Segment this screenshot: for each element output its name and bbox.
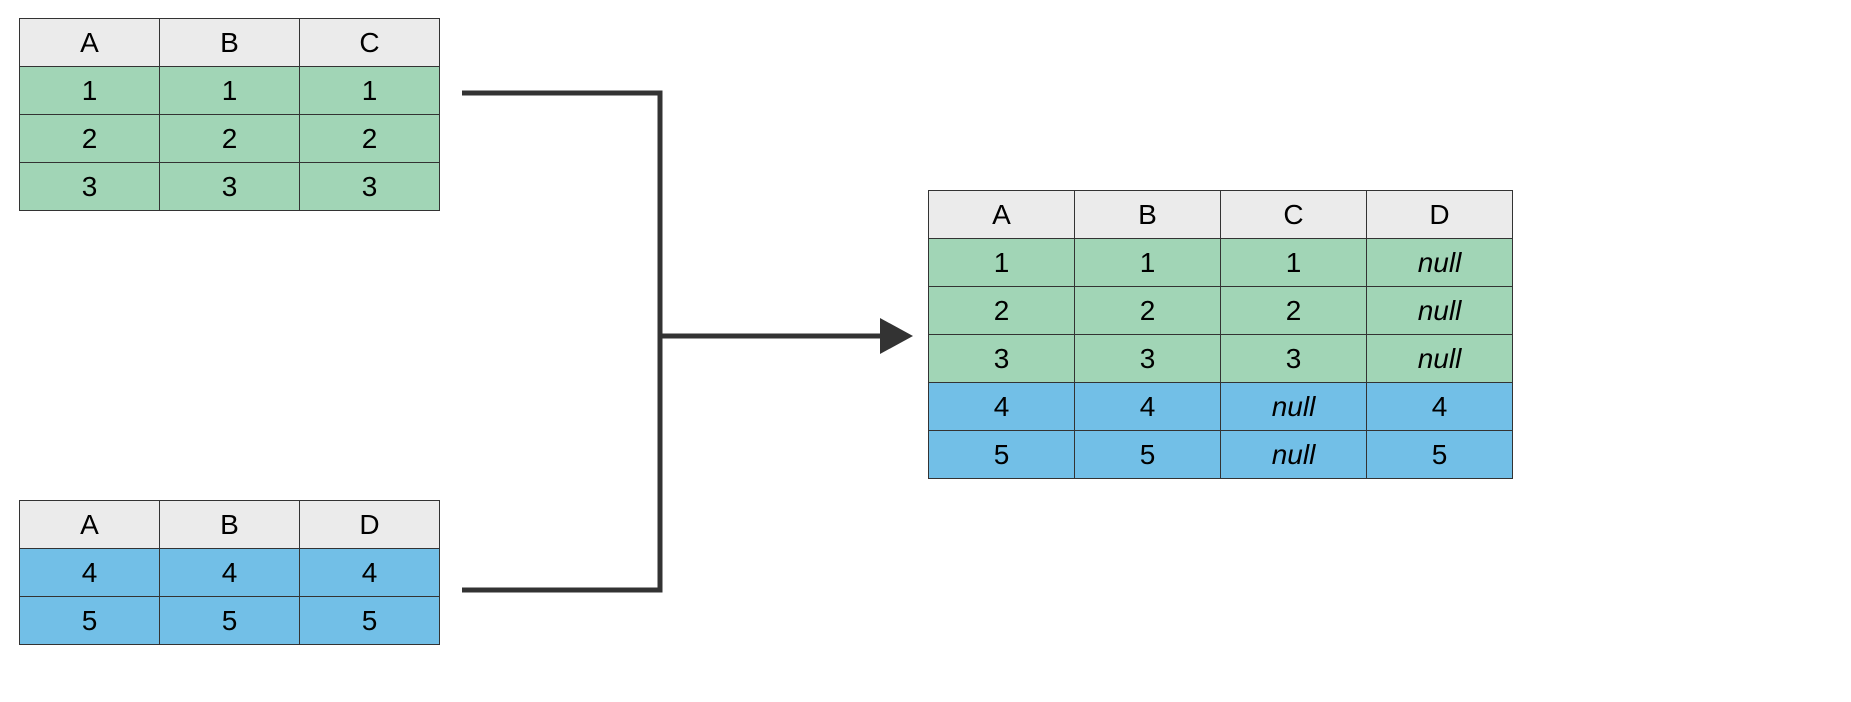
cell-null: null — [1367, 239, 1513, 287]
cell-null: null — [1367, 335, 1513, 383]
table-row: 4 4 null 4 — [929, 383, 1513, 431]
cell: 4 — [1367, 383, 1513, 431]
cell: 2 — [1221, 287, 1367, 335]
col-header: B — [160, 19, 300, 67]
table-header-row: A B C — [20, 19, 440, 67]
merge-arrow-icon — [460, 90, 915, 600]
cell: 5 — [300, 597, 440, 645]
cell: 4 — [300, 549, 440, 597]
col-header: A — [20, 501, 160, 549]
input-table-2: A B D 4 4 4 5 5 5 — [19, 500, 440, 645]
cell: 5 — [1367, 431, 1513, 479]
cell: 1 — [1075, 239, 1221, 287]
cell: 3 — [160, 163, 300, 211]
cell: 1 — [1221, 239, 1367, 287]
cell: 1 — [20, 67, 160, 115]
table-row: 4 4 4 — [20, 549, 440, 597]
cell: 2 — [929, 287, 1075, 335]
col-header: C — [1221, 191, 1367, 239]
table-row: 1 1 1 — [20, 67, 440, 115]
table-row: 2 2 2 null — [929, 287, 1513, 335]
cell: 5 — [160, 597, 300, 645]
table-row: 1 1 1 null — [929, 239, 1513, 287]
cell: 3 — [20, 163, 160, 211]
cell: 1 — [300, 67, 440, 115]
cell: 3 — [1075, 335, 1221, 383]
cell: 2 — [300, 115, 440, 163]
table-row: 5 5 null 5 — [929, 431, 1513, 479]
cell: 2 — [160, 115, 300, 163]
cell: 2 — [1075, 287, 1221, 335]
cell-null: null — [1221, 383, 1367, 431]
table-row: 2 2 2 — [20, 115, 440, 163]
output-table: A B C D 1 1 1 null 2 2 2 null 3 3 3 null… — [928, 190, 1513, 479]
table-header-row: A B C D — [929, 191, 1513, 239]
cell: 3 — [1221, 335, 1367, 383]
cell: 4 — [160, 549, 300, 597]
table-row: 3 3 3 null — [929, 335, 1513, 383]
cell-null: null — [1221, 431, 1367, 479]
col-header: B — [160, 501, 300, 549]
table-row: 5 5 5 — [20, 597, 440, 645]
cell: 5 — [1075, 431, 1221, 479]
col-header: D — [300, 501, 440, 549]
input-table-1: A B C 1 1 1 2 2 2 3 3 3 — [19, 18, 440, 211]
cell: 2 — [20, 115, 160, 163]
cell-null: null — [1367, 287, 1513, 335]
cell: 3 — [929, 335, 1075, 383]
col-header: C — [300, 19, 440, 67]
col-header: A — [20, 19, 160, 67]
cell: 4 — [929, 383, 1075, 431]
cell: 4 — [1075, 383, 1221, 431]
table-row: 3 3 3 — [20, 163, 440, 211]
cell: 5 — [929, 431, 1075, 479]
col-header: A — [929, 191, 1075, 239]
cell: 1 — [160, 67, 300, 115]
cell: 5 — [20, 597, 160, 645]
cell: 4 — [20, 549, 160, 597]
col-header: B — [1075, 191, 1221, 239]
cell: 1 — [929, 239, 1075, 287]
cell: 3 — [300, 163, 440, 211]
col-header: D — [1367, 191, 1513, 239]
table-header-row: A B D — [20, 501, 440, 549]
